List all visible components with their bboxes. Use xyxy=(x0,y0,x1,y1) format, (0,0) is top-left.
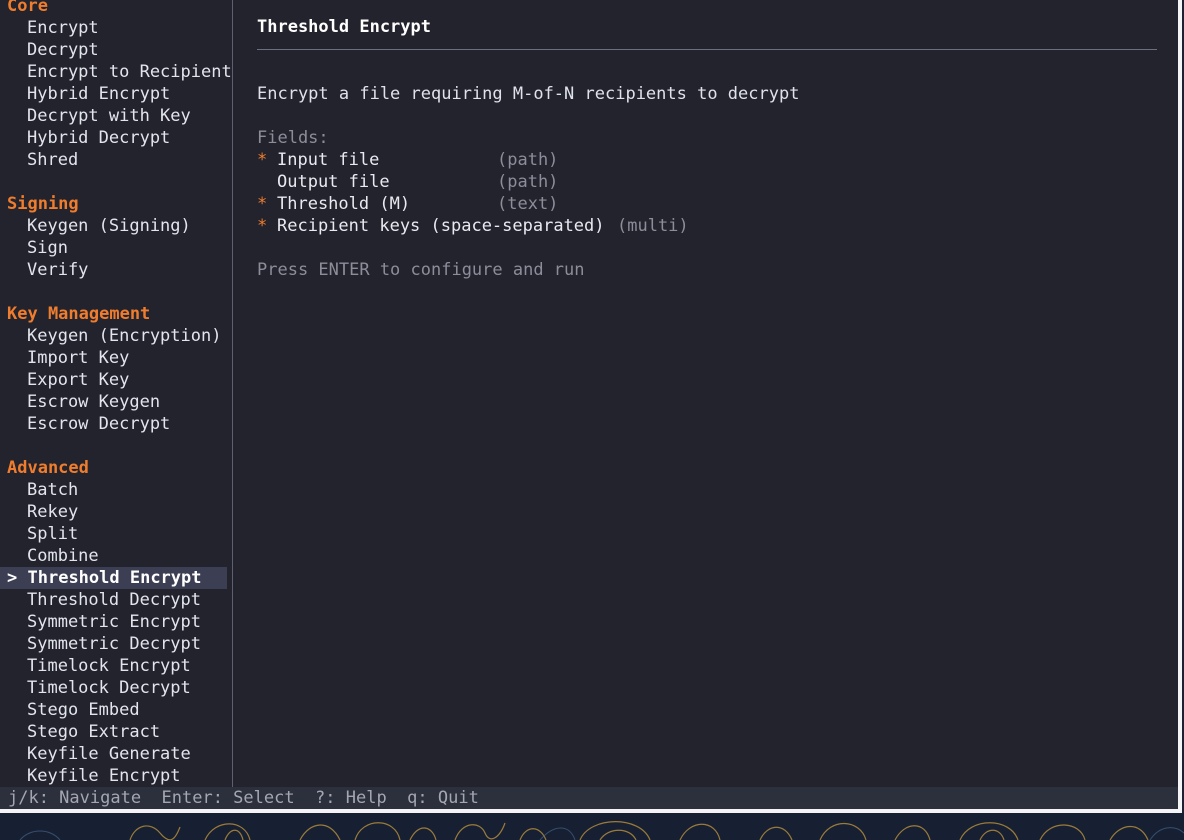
fields-heading: Fields: xyxy=(257,128,329,148)
sidebar-item-timelock-encrypt[interactable]: Timelock Encrypt xyxy=(27,655,191,677)
sidebar-item-stego-extract[interactable]: Stego Extract xyxy=(27,721,160,743)
sidebar-item-keygen-encryption[interactable]: Keygen (Encryption) xyxy=(27,325,221,347)
sidebar-item-hybrid-encrypt[interactable]: Hybrid Encrypt xyxy=(27,83,170,105)
sidebar-item-symmetric-encrypt[interactable]: Symmetric Encrypt xyxy=(27,611,201,633)
field-type: (multi) xyxy=(617,216,689,236)
required-marker: * xyxy=(257,216,268,236)
sidebar-item-encrypt-to-recipient[interactable]: Encrypt to Recipient xyxy=(27,61,232,83)
sidebar-item-escrow-decrypt[interactable]: Escrow Decrypt xyxy=(27,413,170,435)
terminal-window: Core Encrypt Decrypt Encrypt to Recipien… xyxy=(0,0,1178,809)
status-bar: j/k: Navigate Enter: Select ?: Help q: Q… xyxy=(0,787,1178,809)
detail-description: Encrypt a file requiring M-of-N recipien… xyxy=(257,84,800,104)
desktop-wallpaper xyxy=(0,813,1184,840)
sidebar-item-verify[interactable]: Verify xyxy=(27,259,88,281)
section-advanced: Advanced xyxy=(7,458,89,478)
sidebar-item-batch[interactable]: Batch xyxy=(27,479,78,501)
sidebar-item-decrypt[interactable]: Decrypt xyxy=(27,39,99,61)
sidebar-item-hybrid-decrypt[interactable]: Hybrid Decrypt xyxy=(27,127,170,149)
field-row: * xyxy=(257,149,267,171)
sidebar-item-sign[interactable]: Sign xyxy=(27,237,68,259)
sidebar-item-threshold-encrypt[interactable]: > Threshold Encrypt xyxy=(7,567,202,589)
section-signing: Signing xyxy=(7,194,79,214)
sidebar-item-keygen-signing[interactable]: Keygen (Signing) xyxy=(27,215,191,237)
section-key-management: Key Management xyxy=(7,304,151,324)
sidebar-item-threshold-decrypt[interactable]: Threshold Decrypt xyxy=(27,589,201,611)
sidebar-item-symmetric-decrypt[interactable]: Symmetric Decrypt xyxy=(27,633,201,655)
sidebar-item-split[interactable]: Split xyxy=(27,523,78,545)
sidebar-item-encrypt[interactable]: Encrypt xyxy=(27,17,99,39)
sidebar-item-export-key[interactable]: Export Key xyxy=(27,369,129,391)
sidebar-item-label: Threshold Encrypt xyxy=(27,568,202,588)
window-border-right xyxy=(1178,0,1182,812)
sidebar-item-keyfile-generate[interactable]: Keyfile Generate xyxy=(27,743,191,765)
sidebar-item-combine[interactable]: Combine xyxy=(27,545,99,567)
field-row: * xyxy=(257,193,267,215)
sidebar-item-stego-embed[interactable]: Stego Embed xyxy=(27,699,140,721)
sidebar-item-timelock-decrypt[interactable]: Timelock Decrypt xyxy=(27,677,191,699)
field-type: (text) xyxy=(497,194,559,214)
sidebar-item-decrypt-with-key[interactable]: Decrypt with Key xyxy=(27,105,191,127)
title-underline xyxy=(257,49,1157,50)
run-hint: Press ENTER to configure and run xyxy=(257,260,585,280)
sidebar-item-rekey[interactable]: Rekey xyxy=(27,501,78,523)
field-type: (path) xyxy=(497,150,559,170)
sidebar-item-import-key[interactable]: Import Key xyxy=(27,347,129,369)
required-marker: * xyxy=(257,194,268,214)
field-name: Output file xyxy=(277,172,390,192)
sidebar-item-escrow-keygen[interactable]: Escrow Keygen xyxy=(27,391,160,413)
section-core: Core xyxy=(7,0,48,16)
required-marker: * xyxy=(257,150,268,170)
field-row: * xyxy=(257,215,267,237)
field-name: Threshold (M) xyxy=(277,194,411,214)
field-name: Recipient keys (space-separated) xyxy=(277,216,605,236)
sidebar-item-keyfile-encrypt[interactable]: Keyfile Encrypt xyxy=(27,765,181,787)
detail-title: Threshold Encrypt xyxy=(257,17,431,37)
field-type: (path) xyxy=(497,172,559,192)
selection-cursor-icon: > xyxy=(7,568,18,588)
wallpaper-contour-pattern xyxy=(19,821,1184,840)
sidebar-divider xyxy=(232,0,234,787)
field-name: Input file xyxy=(277,150,380,170)
sidebar-item-shred[interactable]: Shred xyxy=(27,149,78,171)
